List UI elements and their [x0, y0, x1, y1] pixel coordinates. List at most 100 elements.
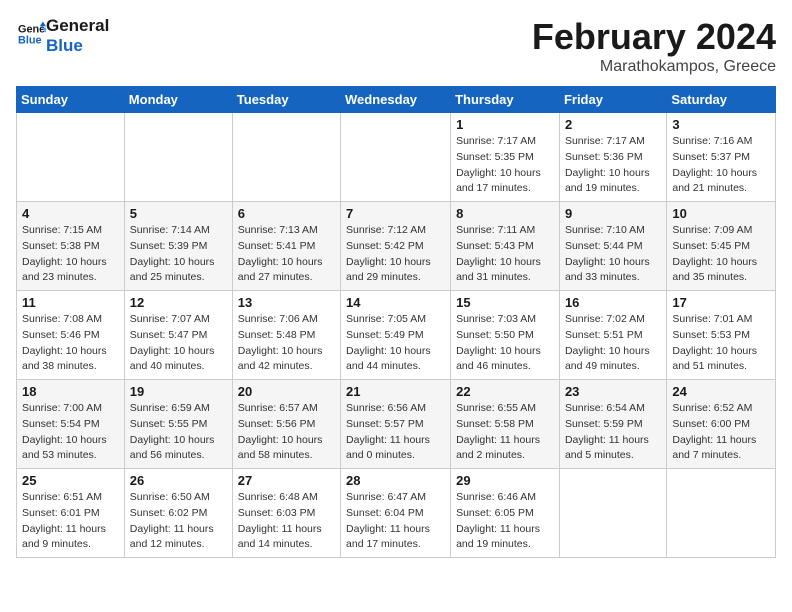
calendar-cell: 17 Sunrise: 7:01 AM Sunset: 5:53 PM Dayli… — [667, 291, 776, 380]
day-info: Sunrise: 6:56 AM Sunset: 5:57 PM Dayligh… — [346, 401, 445, 464]
day-number: 25 — [22, 473, 119, 488]
day-number: 11 — [22, 295, 119, 310]
calendar-cell — [667, 469, 776, 558]
day-info: Sunrise: 6:48 AM Sunset: 6:03 PM Dayligh… — [238, 490, 335, 553]
calendar-cell: 15 Sunrise: 7:03 AM Sunset: 5:50 PM Dayli… — [451, 291, 560, 380]
calendar-cell: 4 Sunrise: 7:15 AM Sunset: 5:38 PM Daylig… — [17, 202, 125, 291]
day-info: Sunrise: 6:51 AM Sunset: 6:01 PM Dayligh… — [22, 490, 119, 553]
calendar-cell: 11 Sunrise: 7:08 AM Sunset: 5:46 PM Dayli… — [17, 291, 125, 380]
day-info: Sunrise: 7:17 AM Sunset: 5:35 PM Dayligh… — [456, 134, 554, 197]
day-info: Sunrise: 7:03 AM Sunset: 5:50 PM Dayligh… — [456, 312, 554, 375]
month-title: February 2024 — [532, 16, 776, 58]
calendar-cell: 3 Sunrise: 7:16 AM Sunset: 5:37 PM Daylig… — [667, 113, 776, 202]
day-info: Sunrise: 7:05 AM Sunset: 5:49 PM Dayligh… — [346, 312, 445, 375]
day-number: 2 — [565, 117, 661, 132]
day-info: Sunrise: 7:01 AM Sunset: 5:53 PM Dayligh… — [672, 312, 770, 375]
day-number: 7 — [346, 206, 445, 221]
calendar-cell: 16 Sunrise: 7:02 AM Sunset: 5:51 PM Dayli… — [559, 291, 666, 380]
day-info: Sunrise: 7:17 AM Sunset: 5:36 PM Dayligh… — [565, 134, 661, 197]
day-number: 5 — [130, 206, 227, 221]
day-number: 29 — [456, 473, 554, 488]
logo-blue: Blue — [46, 36, 109, 56]
calendar-cell: 14 Sunrise: 7:05 AM Sunset: 5:49 PM Dayli… — [341, 291, 451, 380]
day-number: 1 — [456, 117, 554, 132]
calendar-cell: 13Sunrise: 7:06 AM Sunset: 5:48 PM Dayli… — [232, 291, 340, 380]
day-info: Sunrise: 6:46 AM Sunset: 6:05 PM Dayligh… — [456, 490, 554, 553]
day-number: 3 — [672, 117, 770, 132]
day-number: 17 — [672, 295, 770, 310]
day-info: Sunrise: 7:07 AM Sunset: 5:47 PM Dayligh… — [130, 312, 227, 375]
day-number: 6 — [238, 206, 335, 221]
calendar-table: SundayMondayTuesdayWednesdayThursdayFrid… — [16, 86, 776, 558]
day-number: 18 — [22, 384, 119, 399]
column-header-thursday: Thursday — [451, 87, 560, 113]
day-number: 19 — [130, 384, 227, 399]
day-number: 23 — [565, 384, 661, 399]
day-number: 27 — [238, 473, 335, 488]
page-header: General Blue General Blue February 2024 … — [16, 16, 776, 76]
calendar-cell: 2 Sunrise: 7:17 AM Sunset: 5:36 PM Daylig… — [559, 113, 666, 202]
calendar-cell — [17, 113, 125, 202]
calendar-cell: 20 Sunrise: 6:57 AM Sunset: 5:56 PM Dayli… — [232, 380, 340, 469]
calendar-cell: 23Sunrise: 6:54 AM Sunset: 5:59 PM Dayli… — [559, 380, 666, 469]
column-header-wednesday: Wednesday — [341, 87, 451, 113]
day-info: Sunrise: 7:08 AM Sunset: 5:46 PM Dayligh… — [22, 312, 119, 375]
title-area: February 2024 Marathokampos, Greece — [532, 16, 776, 76]
day-info: Sunrise: 6:59 AM Sunset: 5:55 PM Dayligh… — [130, 401, 227, 464]
calendar-cell: 6Sunrise: 7:13 AM Sunset: 5:41 PM Daylig… — [232, 202, 340, 291]
calendar-header-row: SundayMondayTuesdayWednesdayThursdayFrid… — [17, 87, 776, 113]
logo-icon: General Blue — [18, 20, 46, 48]
day-number: 4 — [22, 206, 119, 221]
svg-text:Blue: Blue — [18, 34, 42, 46]
day-number: 21 — [346, 384, 445, 399]
day-number: 8 — [456, 206, 554, 221]
calendar-cell: 28 Sunrise: 6:47 AM Sunset: 6:04 PM Dayli… — [341, 469, 451, 558]
day-info: Sunrise: 7:12 AM Sunset: 5:42 PM Dayligh… — [346, 223, 445, 286]
calendar-week-2: 4 Sunrise: 7:15 AM Sunset: 5:38 PM Daylig… — [17, 202, 776, 291]
day-info: Sunrise: 7:16 AM Sunset: 5:37 PM Dayligh… — [672, 134, 770, 197]
day-info: Sunrise: 7:11 AM Sunset: 5:43 PM Dayligh… — [456, 223, 554, 286]
day-info: Sunrise: 7:15 AM Sunset: 5:38 PM Dayligh… — [22, 223, 119, 286]
day-info: Sunrise: 7:10 AM Sunset: 5:44 PM Dayligh… — [565, 223, 661, 286]
day-info: Sunrise: 6:57 AM Sunset: 5:56 PM Dayligh… — [238, 401, 335, 464]
day-number: 10 — [672, 206, 770, 221]
calendar-cell — [559, 469, 666, 558]
day-info: Sunrise: 6:52 AM Sunset: 6:00 PM Dayligh… — [672, 401, 770, 464]
column-header-tuesday: Tuesday — [232, 87, 340, 113]
day-info: Sunrise: 7:02 AM Sunset: 5:51 PM Dayligh… — [565, 312, 661, 375]
day-number: 24 — [672, 384, 770, 399]
calendar-cell — [232, 113, 340, 202]
column-header-monday: Monday — [124, 87, 232, 113]
calendar-week-3: 11 Sunrise: 7:08 AM Sunset: 5:46 PM Dayli… — [17, 291, 776, 380]
calendar-cell: 25 Sunrise: 6:51 AM Sunset: 6:01 PM Dayli… — [17, 469, 125, 558]
calendar-cell: 24 Sunrise: 6:52 AM Sunset: 6:00 PM Dayli… — [667, 380, 776, 469]
day-number: 9 — [565, 206, 661, 221]
day-number: 12 — [130, 295, 227, 310]
location-title: Marathokampos, Greece — [532, 58, 776, 76]
calendar-cell: 22Sunrise: 6:55 AM Sunset: 5:58 PM Dayli… — [451, 380, 560, 469]
day-number: 26 — [130, 473, 227, 488]
day-number: 22 — [456, 384, 554, 399]
calendar-cell: 1 Sunrise: 7:17 AM Sunset: 5:35 PM Daylig… — [451, 113, 560, 202]
day-number: 14 — [346, 295, 445, 310]
day-number: 15 — [456, 295, 554, 310]
column-header-friday: Friday — [559, 87, 666, 113]
calendar-cell: 29 Sunrise: 6:46 AM Sunset: 6:05 PM Dayli… — [451, 469, 560, 558]
calendar-cell: 10 Sunrise: 7:09 AM Sunset: 5:45 PM Dayli… — [667, 202, 776, 291]
calendar-cell — [341, 113, 451, 202]
day-info: Sunrise: 6:47 AM Sunset: 6:04 PM Dayligh… — [346, 490, 445, 553]
calendar-cell: 12 Sunrise: 7:07 AM Sunset: 5:47 PM Dayli… — [124, 291, 232, 380]
calendar-cell: 9 Sunrise: 7:10 AM Sunset: 5:44 PM Daylig… — [559, 202, 666, 291]
column-header-saturday: Saturday — [667, 87, 776, 113]
day-info: Sunrise: 7:14 AM Sunset: 5:39 PM Dayligh… — [130, 223, 227, 286]
calendar-cell: 26Sunrise: 6:50 AM Sunset: 6:02 PM Dayli… — [124, 469, 232, 558]
calendar-cell: 18Sunrise: 7:00 AM Sunset: 5:54 PM Dayli… — [17, 380, 125, 469]
day-number: 13 — [238, 295, 335, 310]
calendar-cell: 21 Sunrise: 6:56 AM Sunset: 5:57 PM Dayli… — [341, 380, 451, 469]
day-number: 28 — [346, 473, 445, 488]
day-number: 20 — [238, 384, 335, 399]
calendar-cell: 19 Sunrise: 6:59 AM Sunset: 5:55 PM Dayli… — [124, 380, 232, 469]
calendar-week-5: 25 Sunrise: 6:51 AM Sunset: 6:01 PM Dayli… — [17, 469, 776, 558]
day-info: Sunrise: 7:09 AM Sunset: 5:45 PM Dayligh… — [672, 223, 770, 286]
day-number: 16 — [565, 295, 661, 310]
